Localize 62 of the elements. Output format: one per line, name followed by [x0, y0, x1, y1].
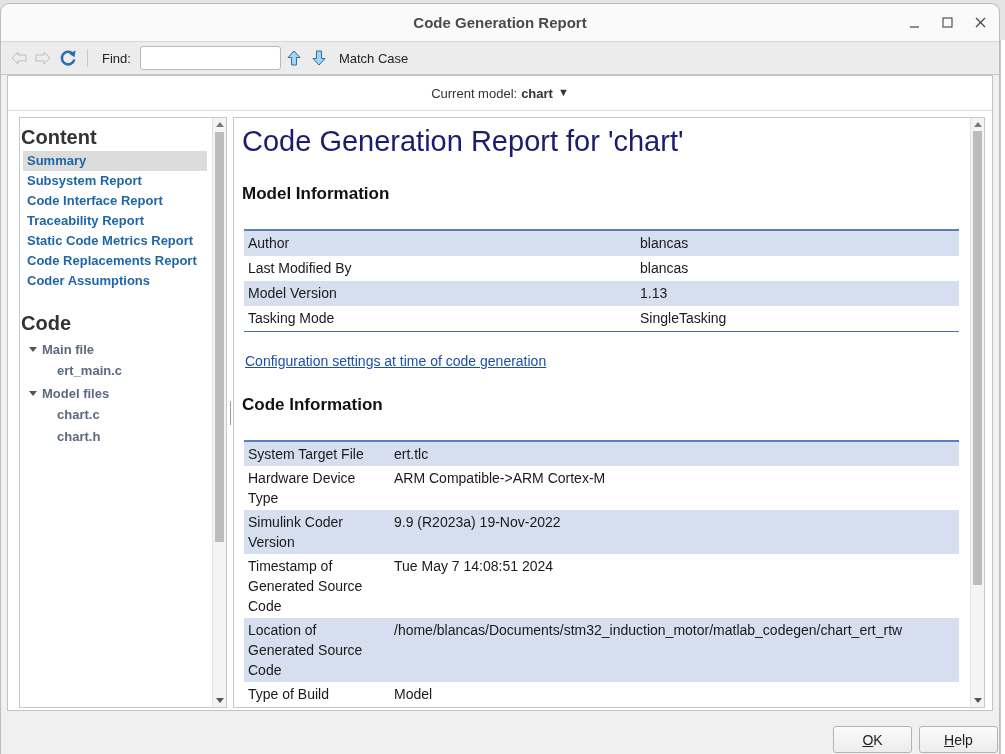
- expand-triangle-icon[interactable]: [29, 346, 37, 352]
- table-cell: Simulink Coder Version: [244, 510, 390, 554]
- table-cell: 1.13: [636, 281, 959, 306]
- nav-link[interactable]: Summary: [23, 151, 207, 171]
- table-cell: Hardware Device Type: [244, 466, 390, 510]
- section-heading: Content: [21, 125, 98, 149]
- table-cell: Tasking Mode: [244, 306, 636, 332]
- table-cell: SingleTasking: [636, 306, 959, 332]
- file-link[interactable]: chart.h: [55, 426, 103, 448]
- nav-link[interactable]: Code Replacements Report: [23, 251, 207, 271]
- table-cell: Model Version: [244, 281, 636, 306]
- tree-group-label[interactable]: Model files: [42, 385, 110, 401]
- file-link[interactable]: ert_main.c: [55, 360, 125, 382]
- nav-link[interactable]: Code Interface Report: [23, 191, 207, 211]
- find-next-icon[interactable]: [311, 50, 326, 66]
- splitter-handle[interactable]: [228, 400, 232, 425]
- refresh-icon[interactable]: [59, 49, 77, 67]
- table-cell: System Target File: [244, 441, 390, 466]
- find-previous-icon[interactable]: [286, 50, 301, 66]
- section-heading: Code: [21, 311, 72, 335]
- table-cell: Author: [244, 230, 636, 256]
- maximize-icon[interactable]: [942, 17, 953, 28]
- window-title: Code Generation Report: [413, 14, 587, 31]
- table-cell: Last Modified By: [244, 256, 636, 281]
- scroll-up-icon[interactable]: [215, 122, 224, 127]
- scrollbar-thumb[interactable]: [973, 131, 982, 585]
- table-cell: Model: [390, 682, 959, 706]
- find-field[interactable]: [139, 46, 281, 70]
- file-link[interactable]: chart.c: [55, 404, 102, 426]
- table-cell: blancas: [636, 256, 959, 281]
- dialog-button[interactable]: OK: [833, 726, 912, 753]
- nav-link[interactable]: Static Code Metrics Report: [23, 231, 207, 251]
- table-cell: Location of Generated Source Code: [244, 618, 390, 682]
- configuration-link[interactable]: Configuration settings at time of code generation: [245, 351, 547, 371]
- find-label: Find:: [102, 50, 131, 66]
- expand-triangle-icon[interactable]: [29, 390, 37, 396]
- scroll-up-icon[interactable]: [973, 122, 982, 127]
- table-cell: blancas: [636, 230, 959, 256]
- scrollbar[interactable]: [970, 118, 984, 707]
- table-cell: Timestamp of Generated Source Code: [244, 554, 390, 618]
- table-cell: 9.9 (R2023a) 19-Nov-2022: [390, 510, 959, 554]
- table-cell: ert.tlc: [390, 441, 959, 466]
- scroll-down-icon[interactable]: [215, 698, 224, 703]
- dialog-button[interactable]: Help: [919, 726, 998, 753]
- table-cell: /home/blancas/Documents/stm32_induction_motor/matlab_codegen/chart_ert_rtw: [390, 618, 959, 682]
- scroll-down-icon[interactable]: [973, 698, 982, 703]
- nav-link[interactable]: Traceability Report: [23, 211, 207, 231]
- nav-link[interactable]: Subsystem Report: [23, 171, 207, 191]
- section-heading: Model Information: [242, 183, 391, 205]
- section-heading: Code Information: [242, 394, 384, 416]
- table-cell: ARM Compatible->ARM Cortex-M: [390, 466, 959, 510]
- model-label: Current model:: [431, 85, 518, 101]
- table-cell: Tue May 7 14:08:51 2024: [390, 554, 959, 618]
- table-cell: Type of Build: [244, 682, 390, 706]
- scrollbar-thumb[interactable]: [215, 132, 224, 542]
- model-dropdown[interactable]: chart ▼: [521, 85, 569, 101]
- tree-group-label[interactable]: Main file: [42, 341, 94, 357]
- match-case-button[interactable]: Match Case: [336, 50, 411, 66]
- report-title: Code Generation Report for 'chart': [242, 125, 685, 157]
- close-icon[interactable]: [975, 17, 986, 28]
- scrollbar[interactable]: [212, 118, 226, 707]
- nav-link[interactable]: Coder Assumptions: [23, 271, 207, 291]
